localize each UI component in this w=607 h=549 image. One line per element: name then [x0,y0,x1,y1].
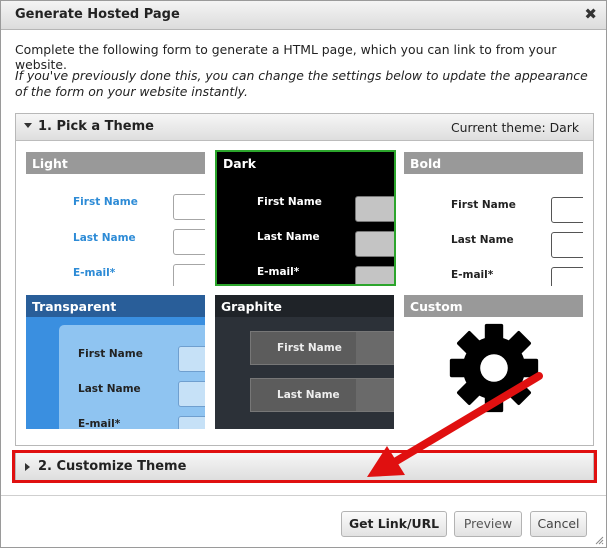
field-preview [173,264,205,286]
note-text: If you've previously done this, you can … [15,68,588,99]
field-label: Last Name [277,389,340,401]
field-preview [551,197,583,223]
field-preview [173,194,205,220]
field-preview [173,229,205,255]
field-label: First Name [257,196,322,208]
dialog-titlebar[interactable]: Generate Hosted Page ✖ [1,1,606,30]
theme-custom[interactable]: Custom [404,295,583,429]
field-label: Last Name [73,232,136,244]
field-label: First Name [78,348,143,360]
dialog-title: Generate Hosted Page [15,7,180,22]
field-label: E-mail* [257,266,300,278]
field-label: Last Name [78,383,141,395]
theme-light[interactable]: Light First Name Last Name E-mail* [26,152,205,286]
resize-handle-icon[interactable] [594,535,604,545]
field-label: Last Name [257,231,320,243]
field-preview [355,196,394,222]
chevron-right-icon [25,463,30,471]
field-preview [355,231,394,257]
theme-graphite[interactable]: Graphite First Name Last Name [215,295,394,429]
field-preview [178,346,205,372]
theme-label: Custom [404,295,583,317]
field-label: E-mail* [73,267,116,279]
theme-label: Bold [404,152,583,174]
field-preview [551,232,583,258]
field-label: E-mail* [451,269,494,281]
theme-label: Dark [217,152,394,174]
footer-divider [1,495,606,496]
field-preview [551,267,583,286]
theme-bold[interactable]: Bold First Name Last Name E-mail* [404,152,583,286]
field-label: First Name [73,196,138,208]
get-link-button[interactable]: Get Link/URL [341,511,447,537]
theme-label: Transparent [26,295,205,317]
chevron-down-icon [24,123,32,128]
field-label: E-mail* [78,418,121,429]
field-preview: First Name [250,331,394,365]
gear-icon [449,323,539,413]
form-panel-preview [59,325,205,429]
theme-label: Graphite [215,295,394,317]
field-preview [355,266,394,284]
field-label: First Name [451,199,516,211]
generate-hosted-page-dialog: Generate Hosted Page ✖ Complete the foll… [0,0,607,548]
pick-theme-title: 1. Pick a Theme [38,119,154,134]
close-icon[interactable]: ✖ [584,5,597,23]
theme-transparent[interactable]: Transparent First Name Last Name E-mail* [26,295,205,429]
pick-theme-section: 1. Pick a Theme Current theme: Dark Ligh… [15,113,594,446]
customize-theme-header[interactable]: 2. Customize Theme [15,452,594,481]
pick-theme-header[interactable]: 1. Pick a Theme Current theme: Dark [16,114,593,141]
theme-label: Light [26,152,205,174]
field-label: First Name [277,342,342,354]
field-preview [178,416,205,429]
cancel-button[interactable]: Cancel [530,511,587,537]
field-preview [178,381,205,407]
customize-theme-title: 2. Customize Theme [38,459,187,474]
field-label: Last Name [451,234,514,246]
field-preview: Last Name [250,378,394,412]
current-theme-label: Current theme: Dark [450,120,579,135]
preview-button[interactable]: Preview [454,511,522,537]
theme-dark[interactable]: Dark First Name Last Name E-mail* [215,150,396,286]
